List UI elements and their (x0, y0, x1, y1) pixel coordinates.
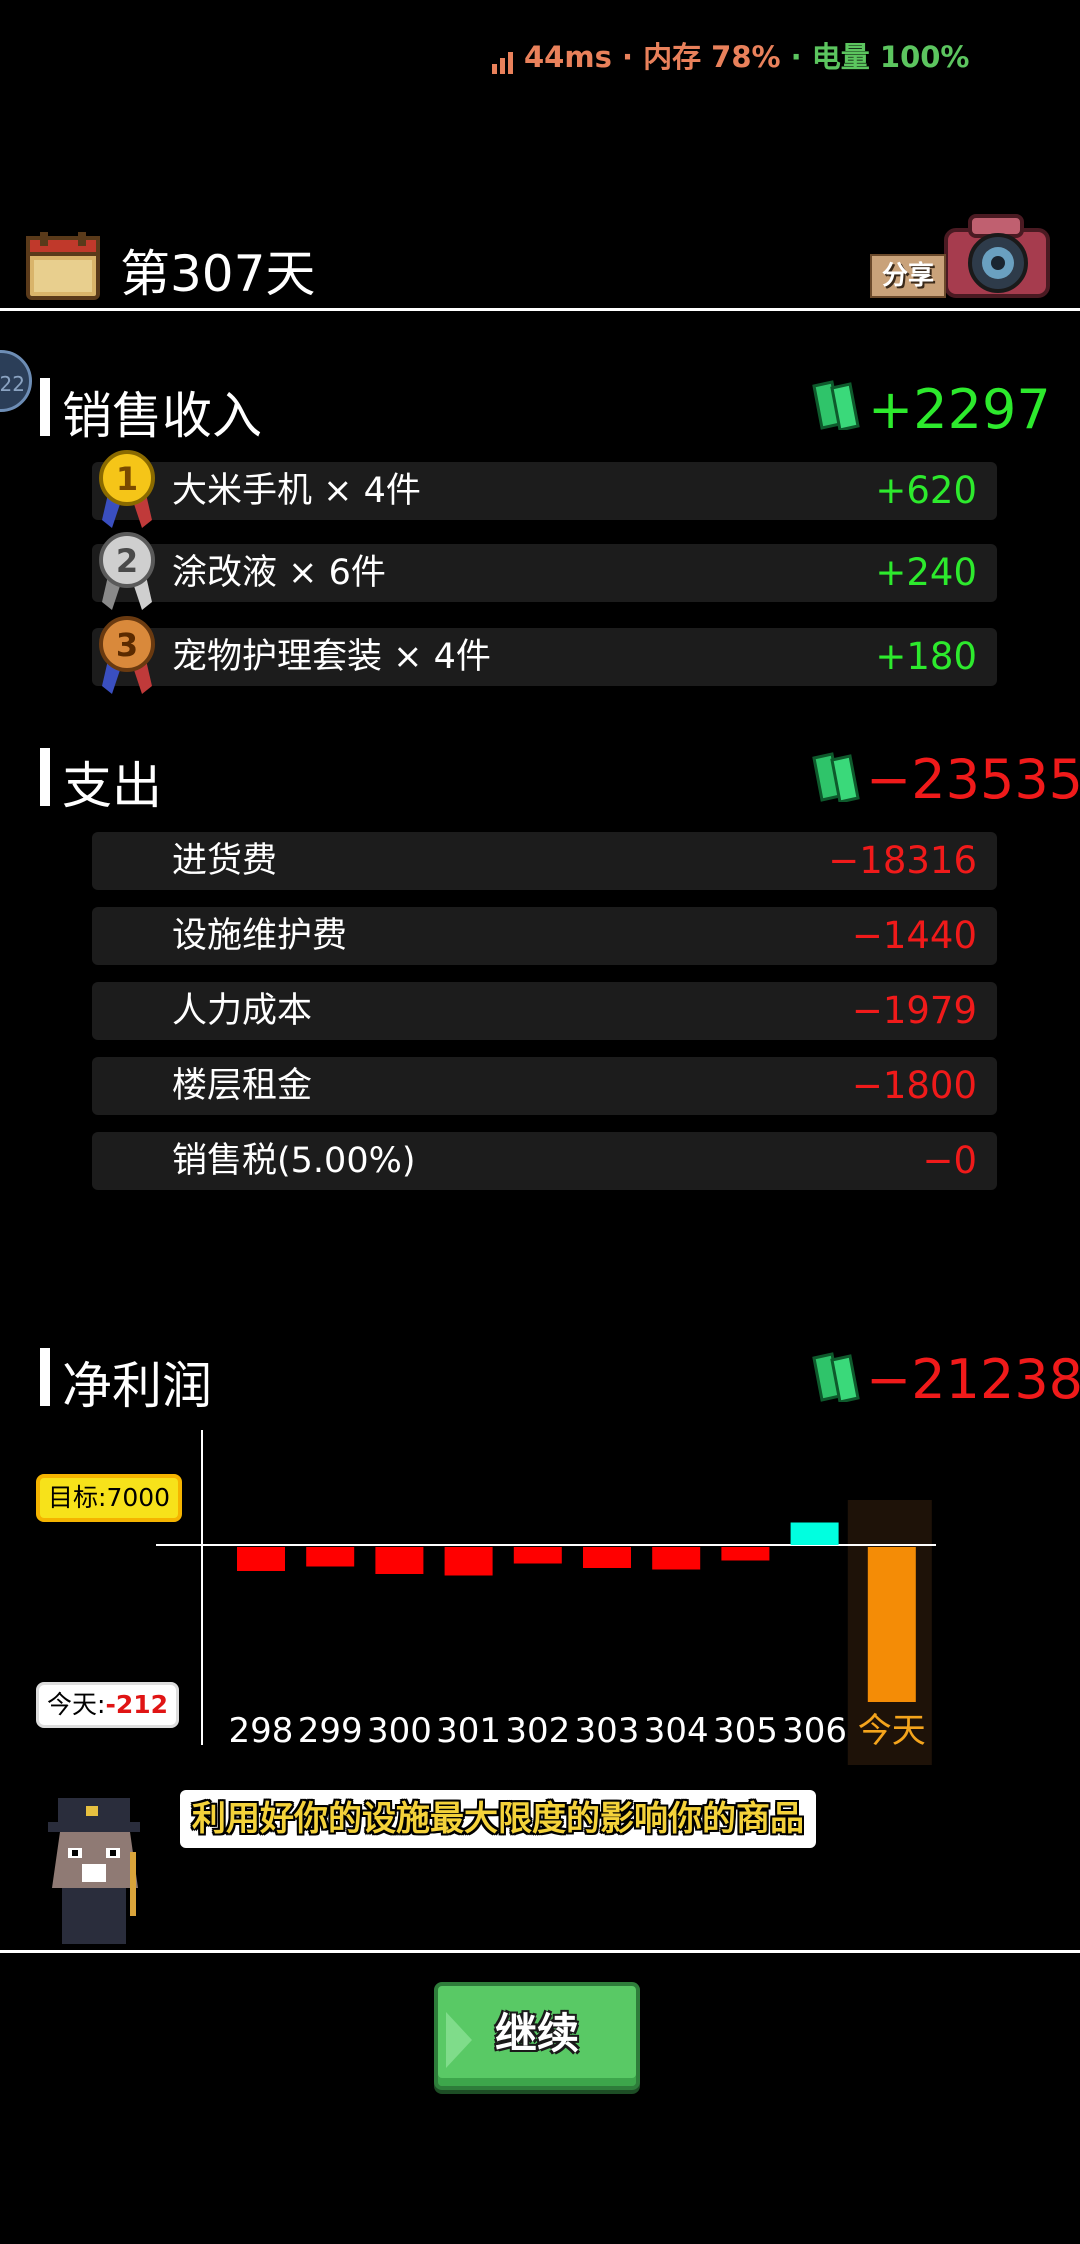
day-bar (583, 1547, 631, 1568)
day-bar (790, 1522, 839, 1545)
item-value: +620 (875, 469, 977, 512)
expense-row: 人力成本 −1979 (92, 982, 997, 1040)
profit-total: −21238 (866, 1348, 1080, 1411)
profit-title: 净利润 (62, 1357, 212, 1415)
income-total: +2297 (868, 378, 1051, 441)
expense-row: 销售税(5.00%) −0 (92, 1132, 997, 1190)
item-value: −1800 (851, 1064, 977, 1107)
tip-bubble: 利用好你的设施最大限度的影响你的商品 (180, 1790, 816, 1848)
day-bar (306, 1547, 355, 1567)
day-bar (375, 1547, 424, 1574)
svg-text:2: 2 (116, 542, 138, 580)
arrow-decoration-icon (446, 2012, 472, 2068)
expense-title: 支出 (62, 757, 162, 815)
latency-text: 44ms (524, 40, 612, 74)
x-tick-label: 306 (782, 1711, 847, 1751)
svg-text:3: 3 (116, 626, 138, 664)
x-tick-label: 300 (367, 1711, 432, 1751)
cash-icon (812, 1352, 860, 1402)
today-bar (867, 1547, 916, 1702)
svg-text:1: 1 (116, 460, 138, 498)
day-bar (721, 1547, 770, 1561)
signal-bars-icon (492, 40, 516, 74)
income-row: 2 涂改液 × 6件 +240 (92, 532, 997, 610)
item-label: 宠物护理套装 × 4件 (172, 637, 491, 677)
item-label: 楼层租金 (172, 1066, 313, 1106)
continue-label: 继续 (494, 2009, 579, 2058)
item-value: −1440 (851, 914, 977, 957)
item-value: −18316 (828, 839, 977, 882)
x-tick-label: 302 (505, 1711, 570, 1751)
day-bar (513, 1547, 562, 1564)
profit-chart: 298 299 300 301 302 303 304 305 306 今天 (156, 1430, 936, 1765)
item-label: 大米手机 × 4件 (172, 471, 421, 511)
merchant-cat-icon (48, 1798, 140, 1944)
item-label: 销售税(5.00%) (172, 1141, 416, 1181)
share-label: 分享 (870, 254, 946, 298)
x-tick-label: 301 (436, 1711, 501, 1751)
day-title: 第307天 (120, 245, 316, 303)
item-label: 涂改液 × 6件 (172, 553, 386, 593)
camera-icon (944, 214, 1050, 298)
item-value: +240 (875, 551, 977, 594)
continue-button[interactable]: 继续 (434, 1982, 640, 2090)
item-label: 设施维护费 (172, 916, 348, 956)
gold-medal-icon: 1 (99, 450, 155, 528)
income-title: 销售收入 (62, 387, 262, 445)
share-button[interactable]: 分享 (870, 204, 1055, 304)
status-bar: 44ms · 内存 78% · 电量 100% (492, 34, 970, 76)
section-marker (40, 1348, 50, 1406)
day-bar (444, 1547, 493, 1576)
x-tick-label: 303 (575, 1711, 640, 1751)
expense-total: −23535 (866, 748, 1080, 811)
bronze-medal-icon: 3 (99, 616, 155, 694)
item-label: 进货费 (172, 841, 278, 881)
x-tick-label: 今天 (858, 1711, 926, 1751)
item-label: 人力成本 (172, 991, 313, 1031)
section-marker (40, 748, 50, 806)
x-tick-label: 304 (644, 1711, 709, 1751)
footer-divider (0, 1950, 1080, 1953)
memory-text: 内存 78% (643, 40, 781, 74)
cash-icon (812, 380, 860, 430)
item-value: −0 (922, 1139, 977, 1182)
side-badge[interactable]: 22 (0, 350, 32, 412)
expense-row: 楼层租金 −1800 (92, 1057, 997, 1115)
x-tick-label: 305 (713, 1711, 778, 1751)
expense-row: 设施维护费 −1440 (92, 907, 997, 965)
income-row: 1 大米手机 × 4件 +620 (92, 450, 997, 528)
battery-text: 电量 100% (811, 40, 970, 74)
cash-icon (812, 752, 860, 802)
item-value: −1979 (851, 989, 977, 1032)
day-bar (237, 1547, 285, 1571)
header-divider (0, 308, 1080, 311)
x-tick-label: 299 (298, 1711, 363, 1751)
income-row: 3 宠物护理套装 × 4件 +180 (92, 616, 997, 694)
expense-row: 进货费 −18316 (92, 832, 997, 890)
item-value: +180 (875, 635, 977, 678)
day-bar (652, 1547, 701, 1570)
section-marker (40, 378, 50, 436)
x-tick-label: 298 (229, 1711, 294, 1751)
silver-medal-icon: 2 (99, 532, 155, 610)
calendar-icon (26, 232, 100, 300)
